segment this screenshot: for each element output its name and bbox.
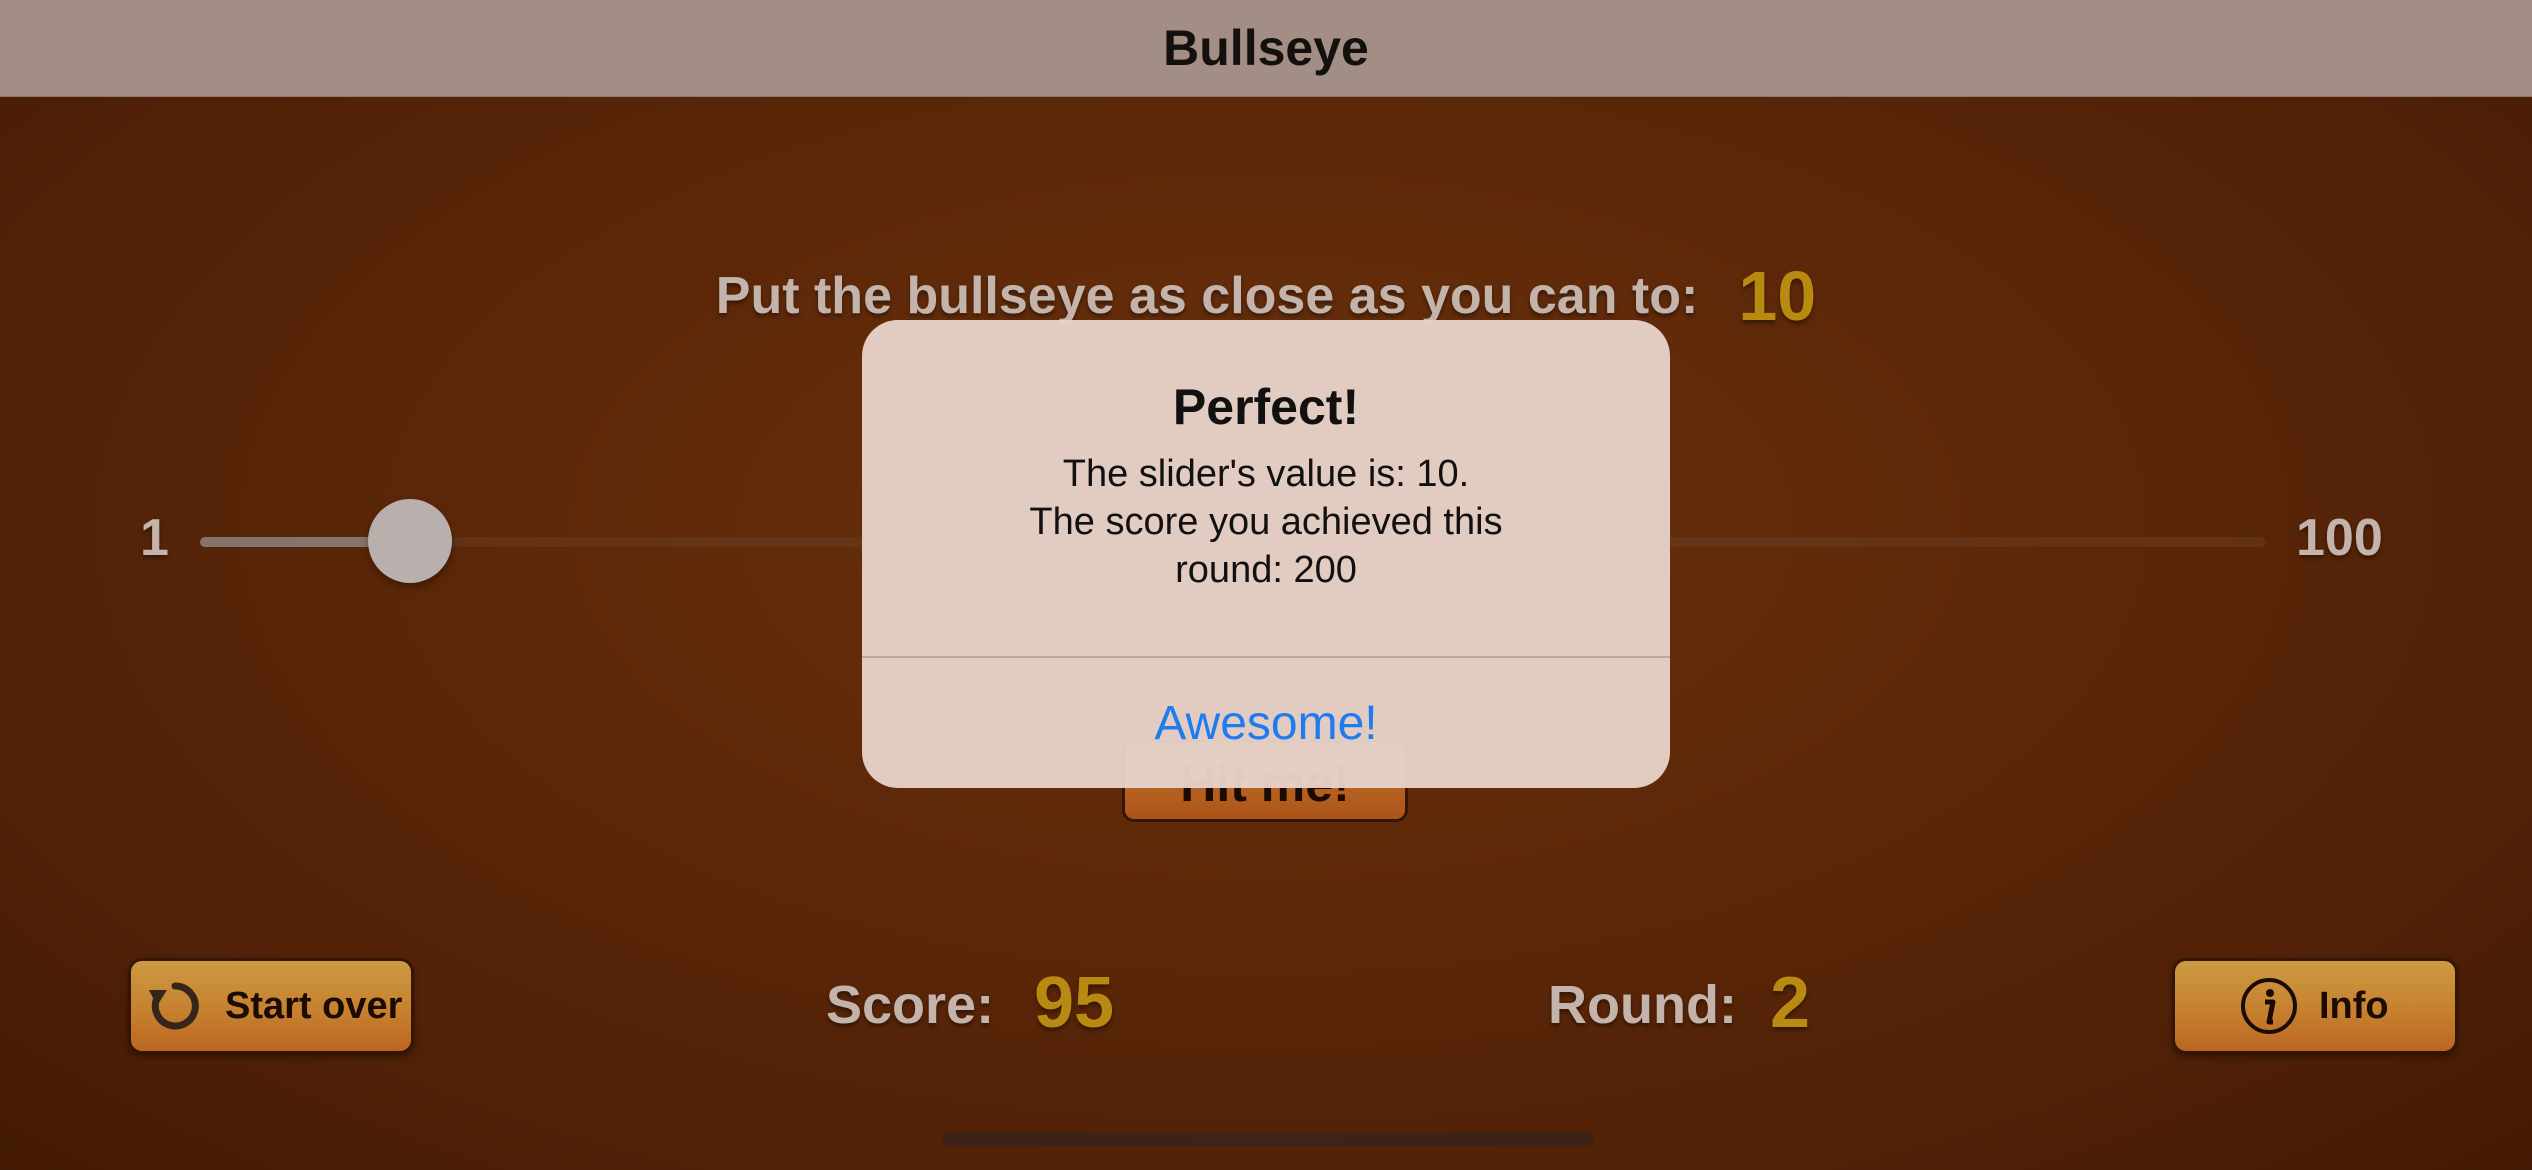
alert-message-line: The score you achieved this [1029,501,1503,543]
alert-message-line: The slider's value is: 10. [1062,453,1470,495]
alert-title: Perfect! [1172,379,1360,435]
alert-message-line: round: 200 [1175,549,1357,591]
game-screen: Bullseye Put the bullseye as close as yo… [0,0,2532,1170]
result-alert: Perfect! The slider's value is: 10. The … [862,320,1670,788]
alert-message: The slider's value is: 10. The score you… [922,450,1610,594]
awesome-button[interactable]: Awesome! [862,658,1670,788]
